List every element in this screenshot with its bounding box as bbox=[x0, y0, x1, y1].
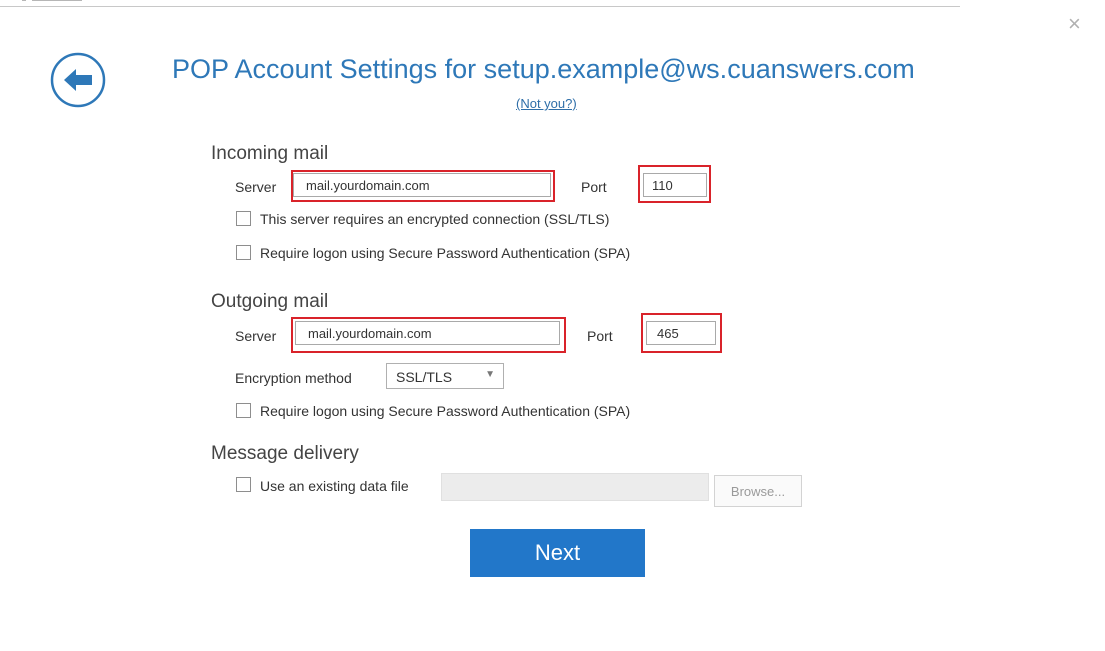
incoming-port-label: Port bbox=[581, 179, 607, 195]
ssl-checkbox-label: This server requires an encrypted connec… bbox=[260, 211, 610, 227]
browse-button: Browse... bbox=[714, 475, 802, 507]
incoming-port-input[interactable]: 110 bbox=[643, 173, 707, 197]
encryption-method-select[interactable]: SSL/TLS ▼ bbox=[386, 363, 504, 389]
chevron-down-icon: ▼ bbox=[485, 369, 495, 380]
encryption-method-label: Encryption method bbox=[235, 370, 352, 386]
encryption-method-value: SSL/TLS bbox=[396, 369, 453, 385]
page-title: POP Account Settings for setup.example@w… bbox=[172, 54, 915, 84]
data-file-path-input bbox=[441, 473, 709, 501]
incoming-server-label: Server bbox=[235, 179, 277, 195]
incoming-mail-heading: Incoming mail bbox=[211, 143, 329, 164]
existing-data-file-checkbox[interactable] bbox=[236, 477, 251, 492]
incoming-spa-checkbox-label: Require logon using Secure Password Auth… bbox=[260, 245, 631, 261]
outgoing-spa-checkbox[interactable] bbox=[236, 403, 251, 418]
incoming-server-input[interactable]: mail.yourdomain.com bbox=[293, 173, 551, 197]
back-arrow-icon[interactable] bbox=[50, 52, 106, 108]
window-titlebar-fragment bbox=[22, 0, 102, 3]
close-icon[interactable]: × bbox=[1068, 13, 1081, 35]
outgoing-spa-checkbox-label: Require logon using Secure Password Auth… bbox=[260, 403, 631, 419]
incoming-spa-checkbox[interactable] bbox=[236, 245, 251, 260]
message-delivery-heading: Message delivery bbox=[211, 443, 359, 464]
next-button[interactable]: Next bbox=[470, 529, 645, 577]
outgoing-port-input[interactable]: 465 bbox=[646, 321, 716, 345]
outgoing-mail-heading: Outgoing mail bbox=[211, 291, 329, 312]
window-top-border bbox=[0, 6, 960, 7]
not-you-link[interactable]: (Not you?) bbox=[516, 96, 577, 111]
ssl-checkbox[interactable] bbox=[236, 211, 251, 226]
outgoing-server-input[interactable]: mail.yourdomain.com bbox=[295, 321, 560, 345]
existing-data-file-label: Use an existing data file bbox=[260, 478, 409, 494]
outgoing-port-label: Port bbox=[587, 328, 613, 344]
outgoing-server-label: Server bbox=[235, 328, 277, 344]
